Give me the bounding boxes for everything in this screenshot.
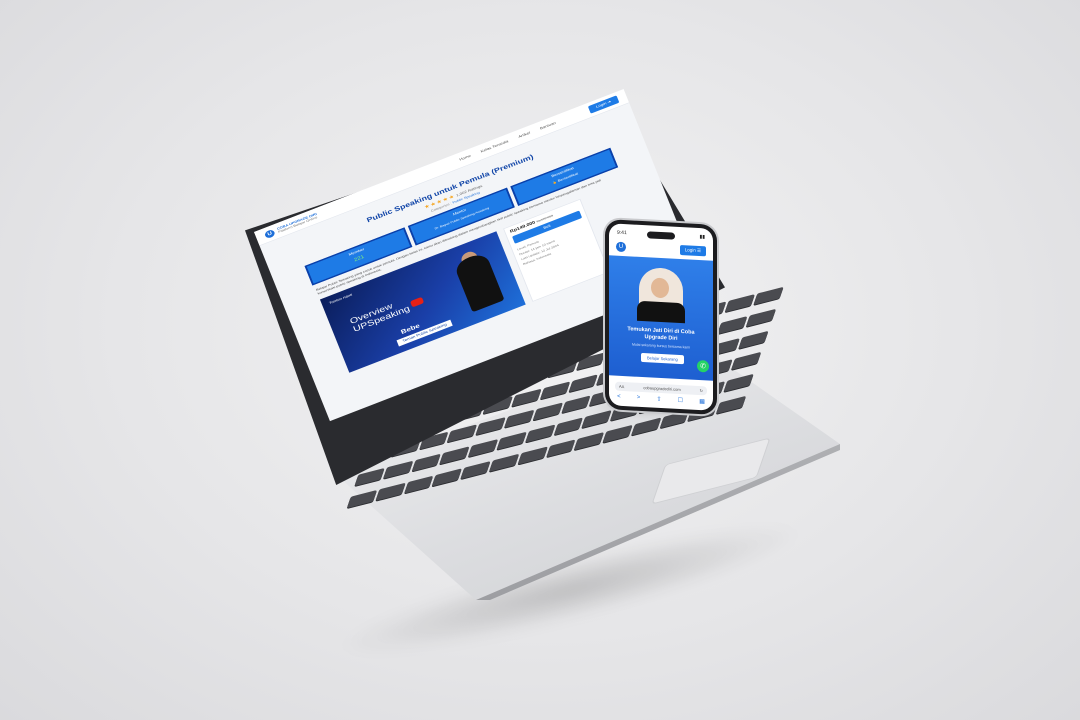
keyboard-key (460, 461, 491, 480)
phone-hero: Temukan Jati Diri di Coba Upgrade Diri M… (609, 255, 713, 381)
keyboard-key (432, 468, 463, 487)
whatsapp-icon[interactable]: ✆ (697, 359, 709, 373)
keyboard-key (517, 446, 548, 465)
tabs-icon[interactable]: ▦ (699, 398, 705, 405)
site-logo-text[interactable]: COBA UPGRADE DIRI Platform Belajar Onlin… (276, 212, 318, 233)
keyboard-key (717, 315, 748, 335)
keyboard-key (496, 432, 527, 451)
phone-login-button[interactable]: Login ☰ (679, 244, 706, 257)
phone-device: 9:41 ▮▮ U Login ☰ Temukan Jati Diri di C… (605, 219, 717, 415)
keyboard-key (503, 410, 534, 429)
login-label: Login (595, 101, 608, 110)
phone-notch (647, 231, 675, 240)
keyboard-key (375, 482, 406, 502)
keyboard-key (488, 453, 519, 473)
keyboard-key (553, 417, 584, 436)
keyboard-key (439, 446, 470, 465)
keyboard-key (532, 403, 563, 422)
keyboard-key (731, 352, 762, 371)
keyboard-key (545, 439, 576, 458)
text-size-icon[interactable]: AA (619, 384, 624, 389)
phone-screen: 9:41 ▮▮ U Login ☰ Temukan Jati Diri di C… (609, 223, 713, 411)
nav-artikel[interactable]: Artikel (518, 131, 531, 139)
reload-icon[interactable]: ↻ (700, 388, 703, 393)
keyboard-key (753, 286, 784, 305)
nav-kelas[interactable]: Kelas Tersedia (480, 140, 509, 154)
phone-login-label: Login (684, 247, 696, 253)
phone-time: 9:41 (617, 229, 627, 237)
keyboard-key (738, 330, 769, 349)
keyboard-key (447, 424, 478, 443)
phone-toolbar: < > ⇪ ☐ ▦ (609, 393, 713, 406)
keyboard-key (725, 294, 756, 313)
keyboard-key (716, 395, 747, 415)
youtube-play-icon[interactable] (409, 296, 425, 308)
back-icon[interactable]: < (617, 394, 621, 401)
keyboard-key (524, 424, 555, 443)
nav-bantuan[interactable]: Bantuan (539, 121, 556, 131)
watch-later-badge[interactable]: Tonton nanti (329, 293, 353, 306)
phone-logo-icon[interactable]: U (616, 241, 626, 253)
site-logo-icon[interactable]: U (263, 228, 276, 239)
login-button[interactable]: Login ➜ (588, 95, 620, 114)
keyboard-key (574, 432, 605, 451)
keyboard-key (411, 453, 442, 472)
bookmarks-icon[interactable]: ☐ (678, 397, 683, 404)
keyboard-key (723, 374, 754, 393)
keyboard-key (475, 417, 506, 436)
keyboard-key (602, 424, 633, 444)
keyboard-key (467, 439, 499, 458)
battery-icon: ▮▮ (699, 234, 705, 241)
keyboard-key (560, 395, 591, 414)
phone-url-text: cobaupgradediri.com (643, 385, 681, 393)
keyboard-key (630, 417, 661, 436)
keyboard-key (382, 461, 413, 480)
forward-icon[interactable]: > (637, 395, 641, 402)
phone-cta-button[interactable]: Belajar Sekarang (641, 352, 684, 365)
phone-hero-body (637, 300, 685, 324)
nav-home[interactable]: Home (459, 154, 472, 162)
keyboard-key (568, 373, 599, 393)
keyboard-key (346, 490, 377, 509)
phone-hero-face (651, 277, 669, 299)
keyboard-key (746, 308, 777, 327)
keyboard-key (539, 381, 570, 400)
share-icon[interactable]: ⇪ (656, 396, 661, 403)
keyboard-key (403, 475, 434, 494)
